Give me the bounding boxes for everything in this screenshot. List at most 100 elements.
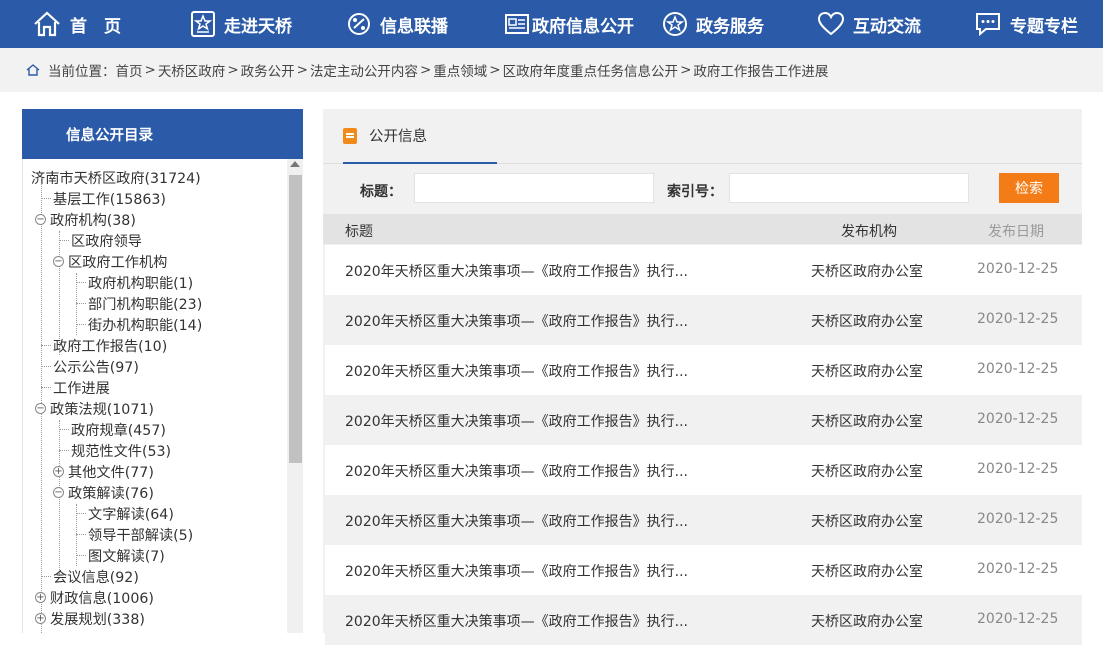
tree-item-label: 公示公告(97) bbox=[53, 359, 139, 376]
table-row[interactable]: 2020年天桥区重大决策事项—《政府工作报告》执行... 天桥区政府办公室 20… bbox=[325, 345, 1082, 395]
heart-icon bbox=[817, 11, 845, 36]
index-search-label: 索引号： bbox=[667, 184, 723, 200]
table-row[interactable]: 2020年天桥区重大决策事项—《政府工作报告》执行... 天桥区政府办公室 20… bbox=[325, 495, 1082, 545]
tree-item[interactable]: 济南市天桥区政府(31724) bbox=[31, 167, 201, 188]
tree-item[interactable]: 街办机构职能(14) bbox=[76, 314, 202, 335]
tree-item[interactable]: + 发展规划(338) bbox=[35, 608, 145, 629]
breadcrumb-separator: > bbox=[489, 62, 501, 78]
tree-item-label: 财政信息(1006) bbox=[50, 590, 154, 607]
index-search-input[interactable] bbox=[729, 173, 969, 203]
tree-item[interactable]: − 政策法规(1071) bbox=[35, 398, 154, 419]
collapse-icon[interactable]: − bbox=[35, 403, 46, 414]
expand-icon[interactable]: + bbox=[35, 592, 46, 603]
row-title-link[interactable]: 2020年天桥区重大决策事项—《政府工作报告》执行... bbox=[345, 511, 688, 531]
tree-item[interactable]: 区政府领导 bbox=[59, 230, 142, 251]
breadcrumb-item[interactable]: 政务公开 bbox=[241, 60, 295, 80]
title-search-input[interactable] bbox=[414, 173, 654, 203]
table-row[interactable]: 2020年天桥区重大决策事项—《政府工作报告》执行... 天桥区政府办公室 20… bbox=[325, 545, 1082, 595]
row-org: 天桥区政府办公室 bbox=[811, 264, 923, 280]
table-row[interactable]: 2020年天桥区重大决策事项—《政府工作报告》执行... 天桥区政府办公室 20… bbox=[325, 245, 1082, 295]
tree-item-label: 部门机构职能(23) bbox=[88, 296, 203, 313]
nav-item-topics[interactable]: 专题专栏 bbox=[974, 0, 1078, 48]
tree-item-label: 发展规划(338) bbox=[50, 611, 145, 628]
tree-item[interactable]: − 政策解读(76) bbox=[53, 482, 154, 503]
nav-item-services[interactable]: 政务服务 bbox=[662, 0, 764, 48]
tree-item[interactable]: 规范性文件(53) bbox=[59, 440, 171, 461]
tree-item-label: 工作进展 bbox=[53, 380, 110, 397]
collapse-icon[interactable]: − bbox=[35, 214, 46, 225]
nav-item-news[interactable]: 信息联播 bbox=[346, 0, 448, 48]
tree-connector bbox=[41, 345, 51, 346]
row-title-link[interactable]: 2020年天桥区重大决策事项—《政府工作报告》执行... bbox=[345, 261, 688, 281]
tree-item-label: 政策法规(1071) bbox=[50, 401, 154, 418]
tree-item[interactable]: 部门机构职能(23) bbox=[76, 293, 203, 314]
tree-connector bbox=[41, 576, 51, 577]
nav-item-gov-info[interactable]: 政府信息公开 bbox=[504, 0, 634, 48]
tree-item[interactable]: + 财政信息(1006) bbox=[35, 587, 154, 608]
row-org: 天桥区政府办公室 bbox=[811, 314, 923, 330]
tree-item-label: 政府机构职能(1) bbox=[88, 275, 194, 292]
row-title-link[interactable]: 2020年天桥区重大决策事项—《政府工作报告》执行... bbox=[345, 461, 688, 481]
tree-item[interactable]: 政府工作报告(10) bbox=[41, 335, 168, 356]
breadcrumb-item[interactable]: 区政府年度重点任务信息公开 bbox=[503, 60, 679, 80]
column-header-date: 发布日期 bbox=[988, 224, 1044, 240]
sidebar-title: 信息公开目录 bbox=[22, 109, 303, 159]
tree-item-label: 济南市天桥区政府(31724) bbox=[31, 170, 201, 187]
tree-connector bbox=[76, 555, 86, 556]
breadcrumb-item[interactable]: 政府工作报告工作进展 bbox=[693, 60, 828, 80]
collapse-icon[interactable]: − bbox=[53, 256, 64, 267]
tree-item[interactable]: 公示公告(97) bbox=[41, 356, 139, 377]
breadcrumb-item[interactable]: 重点领域 bbox=[433, 60, 487, 80]
tree-item[interactable]: 图文解读(7) bbox=[76, 545, 165, 566]
search-button[interactable]: 检索 bbox=[999, 173, 1059, 203]
tree-item[interactable]: 工作进展 bbox=[41, 377, 110, 398]
row-title-link[interactable]: 2020年天桥区重大决策事项—《政府工作报告》执行... bbox=[345, 311, 688, 331]
row-date: 2020-12-25 bbox=[977, 561, 1059, 577]
main-panel: 公开信息 标题： 索引号： 检索 标题 发布机构 发布日期 2020年天桥区重大… bbox=[323, 109, 1082, 645]
top-navigation: 首 页 走进天桥 信息联播 政府信息公开 政务服务 互动交流 专题专栏 bbox=[0, 0, 1103, 48]
row-title-link[interactable]: 2020年天桥区重大决策事项—《政府工作报告》执行... bbox=[345, 561, 688, 581]
scroll-thumb[interactable] bbox=[289, 175, 302, 463]
tree-item[interactable]: 政府规章(457) bbox=[59, 419, 166, 440]
tree-item-label: 领导干部解读(5) bbox=[88, 527, 194, 544]
row-date: 2020-12-25 bbox=[977, 311, 1059, 327]
tree-item[interactable]: 领导干部解读(5) bbox=[76, 524, 194, 545]
tab-bar: 公开信息 bbox=[323, 109, 1082, 164]
nav-item-about[interactable]: 走进天桥 bbox=[190, 0, 292, 48]
table-row[interactable]: 2020年天桥区重大决策事项—《政府工作报告》执行... 天桥区政府办公室 20… bbox=[325, 295, 1082, 345]
breadcrumb-item[interactable]: 天桥区政府 bbox=[158, 60, 226, 80]
breadcrumb-item[interactable]: 首页 bbox=[116, 60, 143, 80]
tree-item[interactable]: − 政府机构(38) bbox=[35, 209, 136, 230]
collapse-icon[interactable]: − bbox=[53, 487, 64, 498]
tab-public-info[interactable]: 公开信息 bbox=[343, 109, 497, 164]
tree-item-label: 文字解读(64) bbox=[88, 506, 174, 523]
nav-item-home[interactable]: 首 页 bbox=[32, 0, 121, 48]
table-row[interactable]: 2020年天桥区重大决策事项—《政府工作报告》执行... 天桥区政府办公室 20… bbox=[325, 595, 1082, 645]
tree-item-label: 政府工作报告(10) bbox=[53, 338, 168, 355]
scroll-up-arrow-icon[interactable] bbox=[290, 161, 300, 167]
tree-item-label: 区政府工作机构 bbox=[68, 254, 168, 271]
tree-item[interactable]: 文字解读(64) bbox=[76, 503, 174, 524]
nav-item-label: 政务服务 bbox=[696, 16, 764, 37]
breadcrumb-separator: > bbox=[144, 62, 156, 78]
star-badge-icon bbox=[191, 11, 215, 37]
tree-item[interactable]: − 区政府工作机构 bbox=[53, 251, 167, 272]
breadcrumb-item[interactable]: 法定主动公开内容 bbox=[310, 60, 418, 80]
row-title-link[interactable]: 2020年天桥区重大决策事项—《政府工作报告》执行... bbox=[345, 611, 688, 631]
tree-item[interactable]: + 其他文件(77) bbox=[53, 461, 154, 482]
expand-icon[interactable]: + bbox=[35, 613, 46, 624]
row-title-link[interactable]: 2020年天桥区重大决策事项—《政府工作报告》执行... bbox=[345, 411, 688, 431]
table-row[interactable]: 2020年天桥区重大决策事项—《政府工作报告》执行... 天桥区政府办公室 20… bbox=[325, 395, 1082, 445]
tree-item[interactable]: 会议信息(92) bbox=[41, 566, 139, 587]
expand-icon[interactable]: + bbox=[53, 466, 64, 477]
row-org: 天桥区政府办公室 bbox=[811, 564, 923, 580]
table-row[interactable]: 2020年天桥区重大决策事项—《政府工作报告》执行... 天桥区政府办公室 20… bbox=[325, 445, 1082, 495]
nav-item-label: 首 页 bbox=[70, 16, 121, 37]
tree-scrollbar[interactable] bbox=[287, 159, 303, 633]
row-title-link[interactable]: 2020年天桥区重大决策事项—《政府工作报告》执行... bbox=[345, 361, 688, 381]
breadcrumb-separator: > bbox=[296, 62, 308, 78]
nav-item-interaction[interactable]: 互动交流 bbox=[817, 0, 921, 48]
tree-item[interactable]: 政府机构职能(1) bbox=[76, 272, 194, 293]
tree-item[interactable]: 基层工作(15863) bbox=[41, 188, 166, 209]
tree-item-label: 政策解读(76) bbox=[68, 485, 154, 502]
